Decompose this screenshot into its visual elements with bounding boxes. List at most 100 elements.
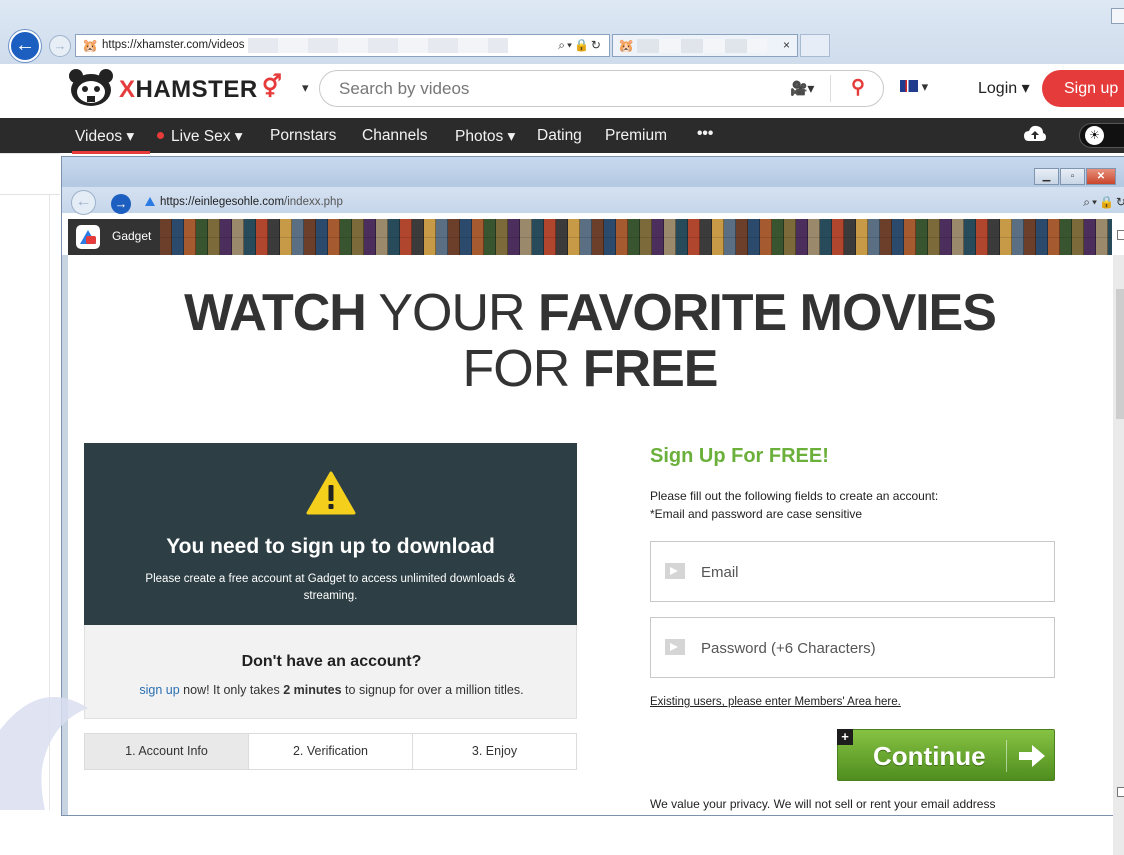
- headline-your: YOUR: [365, 284, 539, 342]
- signup-link[interactable]: sign up: [139, 683, 179, 697]
- arrow-right-icon: [665, 639, 685, 655]
- nav-more-icon[interactable]: •••: [697, 125, 713, 143]
- step-enjoy: 3. Enjoy: [413, 734, 576, 769]
- form-desc-line1: Please fill out the following fields to …: [650, 489, 939, 503]
- popup-window: ▁ ▫ ✕ ← → https://einlegesohle.com/index…: [61, 156, 1124, 855]
- nav-item-premium[interactable]: Premium: [605, 127, 667, 145]
- signup-required-panel: You need to sign up to download Please c…: [84, 443, 577, 625]
- scrollbar-thumb[interactable]: [1116, 289, 1124, 419]
- warning-icon: [306, 471, 356, 515]
- address-url: https://xhamster.com/videos: [102, 39, 245, 51]
- email-field[interactable]: [650, 541, 1055, 602]
- members-area-link[interactable]: Existing users, please enter Members' Ar…: [650, 696, 901, 708]
- tab-close-icon[interactable]: ×: [783, 38, 790, 52]
- window-controls: ▁ ▫ ✕: [1033, 168, 1116, 186]
- tab-title-redacted: [637, 39, 767, 53]
- theme-toggle[interactable]: ☀: [1079, 123, 1124, 148]
- upload-cloud-icon[interactable]: [1024, 125, 1046, 143]
- scroll-square-icon: [1117, 787, 1124, 797]
- browser-tab[interactable]: 🐹 ×: [612, 34, 798, 57]
- movie-poster-strip: [160, 219, 1112, 255]
- no-account-text-part1: now! It only takes: [179, 683, 284, 697]
- no-account-title: Don't have an account?: [241, 653, 422, 670]
- close-icon[interactable]: ✕: [1086, 168, 1116, 185]
- form-title: Sign Up For FREE!: [650, 445, 829, 467]
- popup-favicon-icon: [145, 197, 155, 206]
- headline-free: FREE: [582, 340, 719, 398]
- nav-item-dating[interactable]: Dating: [537, 127, 582, 145]
- headline-watch: WATCH: [184, 284, 367, 342]
- headline-favorite-movies: FAVORITE MOVIES: [538, 284, 997, 342]
- address-tools-icons[interactable]: ⌕▾🔒↻: [558, 38, 603, 53]
- popup-forward-button[interactable]: →: [111, 194, 131, 214]
- logo-x: X: [119, 76, 136, 103]
- search-box[interactable]: 🎥▾ ⚲: [319, 70, 884, 107]
- search-divider: [830, 75, 831, 102]
- step-verification: 2. Verification: [249, 734, 413, 769]
- signup-required-title: You need to sign up to download: [166, 535, 495, 558]
- email-input[interactable]: [701, 560, 1041, 584]
- gadget-logo-icon: [76, 225, 100, 249]
- continue-label: Continue: [873, 741, 986, 771]
- password-field[interactable]: [650, 617, 1055, 678]
- search-input[interactable]: [339, 78, 759, 100]
- nav-item-channels[interactable]: Channels: [362, 127, 428, 145]
- nav-item-videos[interactable]: Videos ▾: [75, 127, 134, 146]
- button-divider: [1006, 740, 1007, 772]
- signup-button[interactable]: Sign up: [1042, 70, 1124, 107]
- logo-rest: HAMSTER: [135, 76, 258, 103]
- back-button[interactable]: ←: [9, 30, 41, 62]
- maximize-icon[interactable]: ▫: [1060, 168, 1085, 185]
- arrow-right-icon: [665, 563, 685, 579]
- banner-label: Gadget: [112, 229, 152, 243]
- continue-button[interactable]: + Continue: [837, 729, 1055, 781]
- site-logo-text[interactable]: XHAMSTER: [119, 76, 258, 104]
- popup-address-tools-icons[interactable]: ⌕▾🔒↻: [1083, 195, 1124, 210]
- login-link[interactable]: Login ▾: [978, 78, 1030, 98]
- login-label: Login: [978, 80, 1018, 97]
- tab-favicon-icon: 🐹: [618, 38, 635, 53]
- popup-back-button[interactable]: ←: [71, 190, 96, 215]
- popup-address-url[interactable]: https://einlegesohle.com/indexx.php: [160, 196, 343, 208]
- signup-required-subtitle: Please create a free account at Gadget t…: [145, 573, 516, 602]
- sun-icon: ☀: [1085, 126, 1104, 145]
- nav-item-pornstars[interactable]: Pornstars: [270, 127, 336, 145]
- new-tab-button[interactable]: [800, 34, 830, 57]
- language-selector[interactable]: ▾: [900, 79, 928, 95]
- page-headline: WATCH YOUR FAVORITE MOVIES FOR FREE: [68, 285, 1112, 397]
- form-desc-line2: *Email and password are case sensitive: [650, 507, 863, 521]
- popup-titlebar[interactable]: ▁ ▫ ✕: [62, 157, 1124, 187]
- window-corner-button[interactable]: [1111, 8, 1124, 24]
- movie-banner: Gadget: [68, 219, 1112, 255]
- password-input[interactable]: [701, 636, 1041, 660]
- arrow-right-icon: [1019, 745, 1045, 767]
- site-favicon-icon: 🐹: [82, 38, 99, 53]
- no-account-text-bold: 2 minutes: [283, 683, 342, 697]
- divider: [0, 194, 60, 195]
- url-path: /indexx.php: [284, 196, 343, 208]
- plus-icon: +: [837, 729, 853, 745]
- form-description: Please fill out the following fields to …: [650, 487, 938, 523]
- url-redacted: [248, 38, 508, 53]
- uk-flag-icon: [900, 80, 918, 92]
- privacy-notice: We value your privacy. We will not sell …: [650, 797, 996, 811]
- url-host: https://einlegesohle.com: [160, 196, 285, 208]
- malwarebytes-watermark-icon: [0, 697, 88, 810]
- scroll-square-icon: [1117, 230, 1124, 240]
- video-type-dropdown-icon[interactable]: 🎥▾: [790, 80, 814, 97]
- address-bar[interactable]: 🐹 https://xhamster.com/videos ⌕▾🔒↻: [75, 34, 610, 57]
- minimize-icon[interactable]: ▁: [1034, 168, 1059, 185]
- nav-item-live-sex[interactable]: Live Sex ▾: [171, 127, 243, 146]
- nav-active-indicator: [72, 151, 150, 154]
- search-icon[interactable]: ⚲: [843, 76, 873, 102]
- chevron-down-icon[interactable]: ▾: [302, 80, 309, 96]
- no-account-panel: Don't have an account? sign up now! It o…: [84, 625, 577, 719]
- hamster-logo-icon[interactable]: [66, 68, 116, 108]
- no-account-text-part2: to signup for over a million titles.: [341, 683, 524, 697]
- signup-steps: 1. Account Info 2. Verification 3. Enjoy: [84, 733, 577, 770]
- nav-item-photos[interactable]: Photos ▾: [455, 127, 515, 146]
- forward-button[interactable]: →: [49, 35, 71, 57]
- gender-orientation-icon[interactable]: ⚥: [262, 74, 282, 100]
- headline-for: FOR: [462, 340, 583, 398]
- no-account-text: sign up now! It only takes 2 minutes to …: [85, 683, 578, 697]
